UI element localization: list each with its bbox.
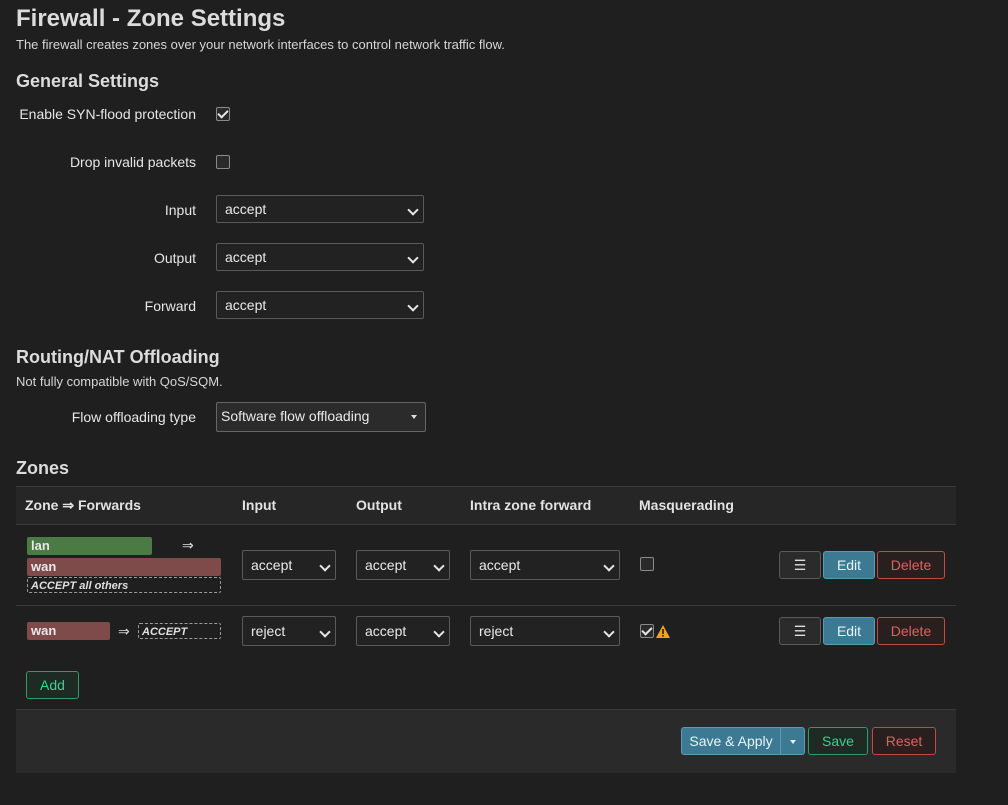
syn-flood-row: Enable SYN-flood protection: [16, 99, 516, 129]
col-zone-forwards: Zone ⇒ Forwards: [25, 497, 141, 513]
chevron-down-icon: [407, 252, 419, 264]
chevron-down-icon: [433, 626, 445, 638]
syn-flood-checkbox[interactable]: [216, 107, 230, 121]
page-title: Firewall - Zone Settings: [16, 5, 286, 32]
forward-arrow-icon: ⇒: [118, 623, 130, 639]
delete-button[interactable]: Delete: [877, 551, 945, 579]
col-intra-zone: Intra zone forward: [470, 497, 592, 513]
forward-policy-badge: ACCEPT all others: [27, 577, 221, 593]
save-apply-button[interactable]: Save & Apply: [681, 727, 781, 755]
zone-badge-wan: wan: [27, 558, 221, 576]
drop-invalid-label: Drop invalid packets: [69, 154, 196, 170]
reset-button[interactable]: Reset: [872, 727, 936, 755]
offloading-section: Routing/NAT Offloading Not fully compati…: [16, 346, 956, 390]
forward-policy-badge: ACCEPT: [138, 623, 221, 639]
zone-output-select[interactable]: accept: [356, 616, 450, 646]
menu-icon: ☰: [793, 557, 807, 573]
chevron-down-icon: [319, 626, 331, 638]
chevron-down-icon: [407, 204, 419, 216]
col-masquerading: Masquerading: [639, 497, 734, 513]
caret-down-icon: [790, 740, 796, 744]
chevron-down-icon: [603, 560, 615, 572]
drop-invalid-row: Drop invalid packets: [16, 147, 516, 177]
general-settings-section: General Settings: [16, 70, 956, 92]
table-row: wan ⇒ ACCEPT reject accept reject ☰ Edit…: [16, 606, 956, 657]
chevron-down-icon: [433, 560, 445, 572]
zones-section: Zones: [16, 457, 956, 479]
zone-badge-lan: lan: [27, 537, 152, 555]
action-footer: Save & Apply Save Reset: [16, 709, 956, 773]
caret-down-icon: [411, 415, 417, 419]
table-row: lan ⇒ wan ACCEPT all others accept accep…: [16, 525, 956, 606]
forward-policy-select[interactable]: accept: [216, 291, 424, 319]
masquerading-checkbox[interactable]: [640, 557, 654, 571]
forward-arrow-icon: ⇒: [182, 537, 194, 553]
drop-invalid-checkbox[interactable]: [216, 155, 230, 169]
chevron-down-icon: [407, 300, 419, 312]
input-policy-row: Input accept: [16, 195, 516, 225]
zone-input-select[interactable]: accept: [242, 550, 336, 580]
offload-type-row: Flow offloading type Software flow offlo…: [16, 402, 516, 432]
save-apply-dropdown-button[interactable]: [780, 727, 805, 755]
warning-icon: [656, 625, 670, 638]
offloading-heading: Routing/NAT Offloading: [16, 347, 220, 367]
zones-heading: Zones: [16, 458, 70, 478]
add-zone-button[interactable]: Add: [26, 671, 79, 699]
zone-intra-select[interactable]: reject: [470, 616, 620, 646]
zone-output-select[interactable]: accept: [356, 550, 450, 580]
zone-intra-select[interactable]: accept: [470, 550, 620, 580]
offload-type-label: Flow offloading type: [71, 409, 196, 425]
offloading-note: Not fully compatible with QoS/SQM.: [16, 374, 223, 389]
input-policy-label: Input: [164, 202, 196, 218]
chevron-down-icon: [319, 560, 331, 572]
zones-table: Zone ⇒ Forwards Input Output Intra zone …: [16, 486, 956, 657]
zone-input-select[interactable]: reject: [242, 616, 336, 646]
output-policy-row: Output accept: [16, 243, 516, 273]
delete-button[interactable]: Delete: [877, 617, 945, 645]
menu-icon: ☰: [793, 623, 807, 639]
chevron-down-icon: [603, 626, 615, 638]
col-output: Output: [356, 497, 402, 513]
masquerading-checkbox[interactable]: [640, 624, 654, 638]
edit-button[interactable]: Edit: [823, 617, 875, 645]
menu-button[interactable]: ☰: [779, 551, 821, 579]
col-input: Input: [242, 497, 277, 513]
edit-button[interactable]: Edit: [823, 551, 875, 579]
zones-table-header: Zone ⇒ Forwards Input Output Intra zone …: [16, 486, 956, 525]
offload-type-select[interactable]: Software flow offloading: [216, 402, 426, 432]
zone-badge-wan: wan: [27, 622, 110, 640]
page-description: The firewall creates zones over your net…: [16, 37, 505, 52]
output-policy-label: Output: [153, 250, 196, 266]
forward-policy-label: Forward: [144, 298, 196, 314]
forward-policy-row: Forward accept: [16, 291, 516, 321]
save-button[interactable]: Save: [808, 727, 868, 755]
output-policy-select[interactable]: accept: [216, 243, 424, 271]
page: Firewall - Zone Settings The firewall cr…: [16, 0, 956, 53]
menu-button[interactable]: ☰: [779, 617, 821, 645]
syn-flood-label: Enable SYN-flood protection: [19, 106, 196, 122]
general-settings-heading: General Settings: [16, 71, 160, 91]
input-policy-select[interactable]: accept: [216, 195, 424, 223]
